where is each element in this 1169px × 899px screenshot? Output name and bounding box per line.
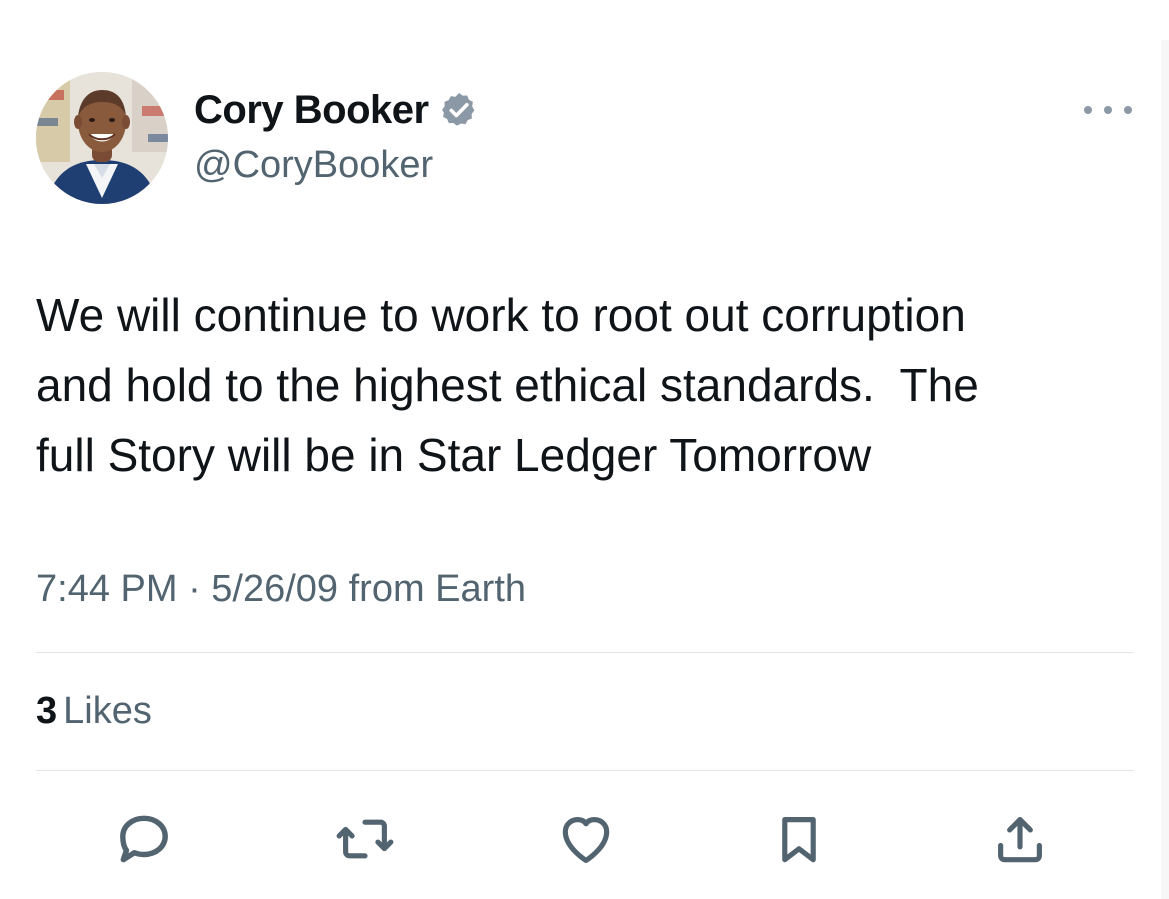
divider xyxy=(36,770,1134,771)
more-dot-icon xyxy=(1104,106,1112,114)
tweet-card: Cory Booker @CoryBooker We will continue… xyxy=(0,0,1169,899)
retweet-button[interactable] xyxy=(332,806,398,872)
more-options-button[interactable] xyxy=(1084,96,1132,124)
avatar[interactable] xyxy=(36,72,168,204)
divider xyxy=(36,652,1134,653)
verified-badge-icon[interactable] xyxy=(439,90,479,130)
reply-button[interactable] xyxy=(111,806,177,872)
likes-summary[interactable]: 3 Likes xyxy=(36,688,152,734)
author-name-row: Cory Booker xyxy=(194,86,479,134)
reply-icon xyxy=(120,815,168,863)
more-dot-icon xyxy=(1084,106,1092,114)
likes-count: 3 xyxy=(36,690,58,732)
retweet-icon xyxy=(336,819,394,859)
share-button[interactable] xyxy=(987,806,1053,872)
avatar-photo xyxy=(36,72,168,204)
like-button[interactable] xyxy=(553,806,619,872)
heart-icon xyxy=(562,817,610,864)
author-handle[interactable]: @CoryBooker xyxy=(194,142,433,188)
likes-label: Likes xyxy=(63,690,152,732)
share-icon xyxy=(998,817,1042,863)
tweet-timestamp[interactable]: 7:44 PM · 5/26/09 from Earth xyxy=(36,566,526,612)
bookmark-icon xyxy=(782,817,816,863)
tweet-text: We will continue to work to root out cor… xyxy=(36,289,979,481)
bookmark-button[interactable] xyxy=(766,806,832,872)
more-dot-icon xyxy=(1124,106,1132,114)
author-display-name[interactable]: Cory Booker xyxy=(194,86,429,134)
